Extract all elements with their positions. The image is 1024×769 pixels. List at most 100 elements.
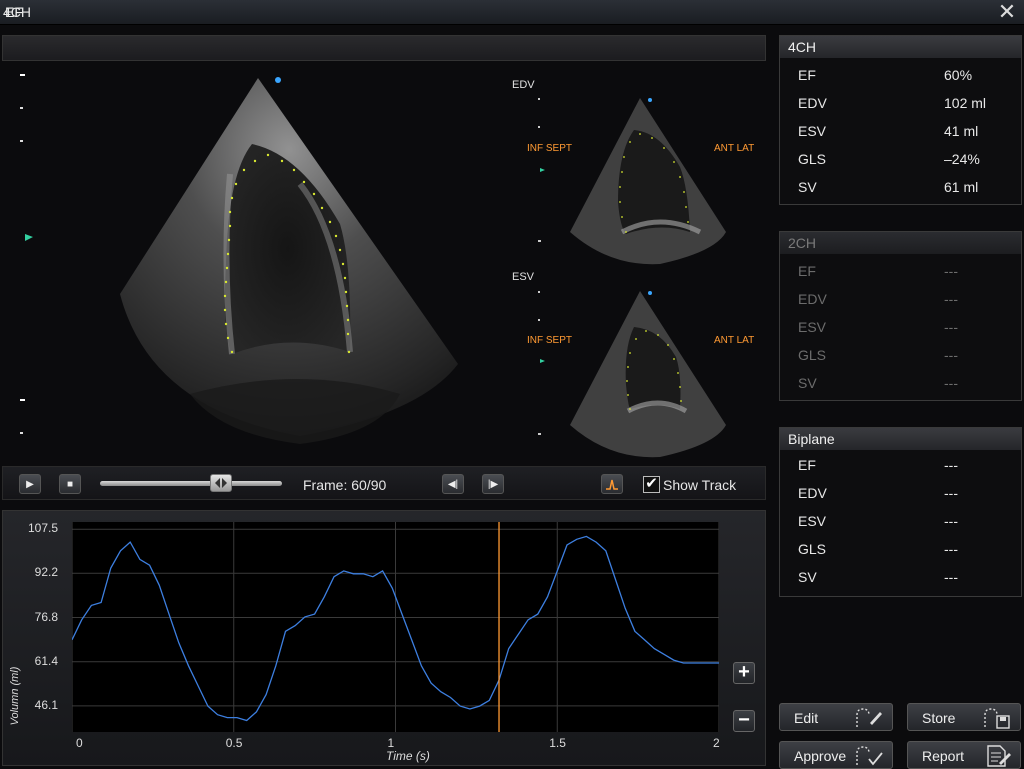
result-value: ---: [944, 347, 958, 363]
result-row: EF ---: [780, 257, 1021, 285]
result-label: GLS: [798, 347, 827, 363]
approve-check-icon: [856, 746, 883, 766]
result-label: ESV: [798, 319, 827, 335]
y-tick-label: 107.5: [27, 521, 58, 536]
orientation-dot-icon: [275, 77, 281, 83]
esv-image[interactable]: [530, 285, 730, 461]
result-row: EDV ---: [780, 285, 1021, 313]
panel-biplane-title: Biplane: [780, 428, 1021, 450]
result-label: EF: [798, 457, 816, 473]
result-label: SV: [798, 569, 817, 585]
result-value: ---: [944, 457, 958, 473]
report-button[interactable]: Report: [907, 741, 1021, 769]
step-forward-icon: |▶: [487, 479, 499, 490]
x-axis-label: Time (s): [386, 749, 430, 763]
next-frame-button[interactable]: |▶: [482, 474, 504, 494]
y-axis-label: Volumn (ml): [9, 666, 21, 726]
x-tick-label: 0.5: [225, 736, 243, 750]
result-value: 41 ml: [944, 123, 979, 139]
panel-2ch-title: 2CH: [780, 232, 1021, 254]
panel-4ch: 4CH EF 60% EDV 102 ml ESV 41 ml GLS –24% SV 6…: [779, 35, 1022, 205]
result-value: ---: [944, 513, 958, 529]
result-value: ---: [944, 291, 958, 307]
plus-icon: +: [738, 661, 750, 683]
esv-image-label: ESV: [512, 271, 535, 283]
store-button-label: Store: [922, 710, 956, 726]
ultrasound-main-image[interactable]: [0, 64, 470, 464]
edit-button-label: Edit: [794, 710, 819, 726]
result-value: 61 ml: [944, 179, 979, 195]
edit-trace-icon: [856, 708, 882, 727]
result-label: EDV: [798, 485, 827, 501]
close-icon: ✕: [997, 0, 1017, 24]
step-back-icon: ◀|: [447, 479, 459, 490]
edv-image[interactable]: [530, 92, 730, 268]
chart-grid: [72, 522, 719, 732]
close-button[interactable]: ✕: [996, 1, 1018, 23]
depth-marker-icon: [25, 234, 33, 241]
result-row: SV ---: [780, 563, 1021, 591]
result-value: ---: [944, 263, 958, 279]
panel-4ch-title: 4CH: [780, 36, 1021, 58]
slider-arrows-icon: [215, 478, 228, 488]
stop-button[interactable]: ■: [59, 474, 81, 494]
result-row: SV ---: [780, 369, 1021, 397]
result-label: EF: [798, 263, 816, 279]
edit-button[interactable]: Edit: [779, 703, 893, 731]
play-button[interactable]: ▶: [19, 474, 41, 494]
result-row: EF 60%: [780, 61, 1021, 89]
title-bar: [0, 0, 1024, 25]
x-tick-label: 1: [387, 736, 395, 750]
show-track-checkbox[interactable]: ✔: [643, 476, 660, 493]
report-button-label: Report: [922, 748, 965, 764]
minus-icon: −: [738, 709, 750, 731]
result-label: GLS: [798, 541, 827, 557]
zoom-out-button[interactable]: −: [733, 710, 755, 732]
view-header: [2, 35, 766, 61]
result-label: ESV: [798, 123, 827, 139]
result-value: 60%: [944, 67, 973, 83]
result-label: ESV: [798, 513, 827, 529]
result-row: ESV ---: [780, 313, 1021, 341]
result-row: GLS ---: [780, 341, 1021, 369]
trace-tool-button[interactable]: [601, 474, 623, 494]
result-value: ---: [944, 485, 958, 501]
result-row: EDV ---: [780, 479, 1021, 507]
result-row: ESV ---: [780, 507, 1021, 535]
frame-slider[interactable]: [100, 481, 282, 486]
y-tick-label: 92.2: [34, 565, 58, 580]
volume-chart: [72, 522, 719, 732]
frame-slider-thumb[interactable]: [210, 474, 233, 492]
result-value: ---: [944, 375, 958, 391]
x-tick-label: 0: [76, 736, 83, 750]
prev-frame-button[interactable]: ◀|: [442, 474, 464, 494]
result-label: SV: [798, 375, 817, 391]
panel-biplane: Biplane EF --- EDV --- ESV --- GLS --- SV ---: [779, 427, 1022, 597]
x-tick-label: 1.5: [549, 736, 566, 750]
show-track-label: Show Track: [663, 477, 737, 493]
result-row: EF ---: [780, 451, 1021, 479]
result-label: SV: [798, 179, 817, 195]
result-row: EDV 102 ml: [780, 89, 1021, 117]
result-row: ESV 41 ml: [780, 117, 1021, 145]
result-value: ---: [944, 319, 958, 335]
play-icon: ▶: [26, 479, 34, 490]
panel-2ch: 2CH EF --- EDV --- ESV --- GLS --- SV ---: [779, 231, 1022, 401]
result-value: –24%: [944, 151, 980, 167]
approve-button[interactable]: Approve: [779, 741, 893, 769]
result-row: SV 61 ml: [780, 173, 1021, 201]
waveform-icon: [606, 479, 618, 490]
result-label: EF: [798, 67, 816, 83]
store-disk-icon: [984, 708, 1010, 729]
zoom-in-button[interactable]: +: [733, 662, 755, 684]
result-label: GLS: [798, 151, 827, 167]
frame-counter: Frame: 60/90: [303, 477, 387, 493]
result-label: EDV: [798, 291, 827, 307]
report-document-icon: [987, 745, 1011, 767]
y-tick-label: 76.8: [34, 609, 58, 624]
x-tick-label: 2: [713, 736, 720, 750]
edv-image-label: EDV: [512, 79, 535, 91]
checkmark-icon: ✔: [645, 475, 658, 492]
result-value: ---: [944, 569, 958, 585]
store-button[interactable]: Store: [907, 703, 1021, 731]
